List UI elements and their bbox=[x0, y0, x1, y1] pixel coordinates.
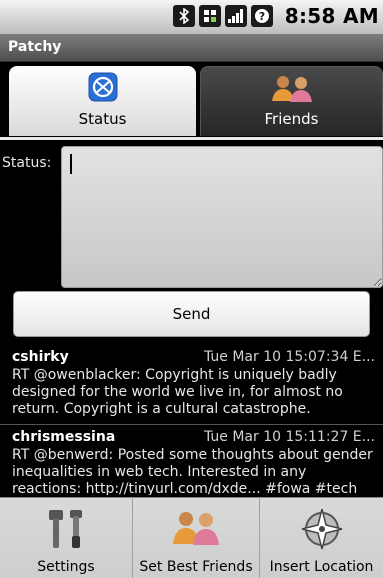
tab-underline bbox=[0, 137, 383, 140]
wrench-icon bbox=[43, 506, 89, 556]
insert-location-menu-item[interactable]: Insert Location bbox=[260, 498, 383, 578]
settings-menu-item[interactable]: Settings bbox=[0, 498, 133, 578]
tweet-user: cshirky bbox=[12, 349, 69, 365]
friends-people-icon bbox=[170, 506, 222, 550]
data-icon bbox=[199, 5, 221, 27]
status-label: Status: bbox=[2, 155, 52, 171]
tweet-date: Tue Mar 10 15:11:27 E... bbox=[203, 429, 375, 445]
app-title: Patchy bbox=[8, 39, 62, 55]
status-globe-icon bbox=[88, 72, 118, 106]
tab-status-label: Status bbox=[78, 110, 127, 128]
timeline-list[interactable]: cshirky Tue Mar 10 15:07:34 E... RT @owe… bbox=[0, 345, 383, 495]
list-item[interactable]: chrismessina Tue Mar 10 15:11:27 E... RT… bbox=[0, 425, 383, 495]
compass-icon bbox=[299, 506, 345, 556]
clock: 8:58 AM bbox=[284, 4, 379, 28]
send-button[interactable]: Send bbox=[13, 291, 370, 337]
sim-icon: ? bbox=[251, 5, 273, 27]
options-menu: Settings Set Best Friends Insert Locatio… bbox=[0, 497, 383, 578]
settings-label: Settings bbox=[37, 559, 95, 575]
tab-friends[interactable]: Friends bbox=[200, 66, 383, 136]
insert-location-label: Insert Location bbox=[269, 559, 374, 575]
tab-friends-label: Friends bbox=[264, 110, 319, 128]
tweet-text: RT @owenblacker: Copyright is uniquely b… bbox=[12, 367, 343, 417]
status-icons: ? bbox=[173, 5, 273, 27]
set-best-friends-menu-item[interactable]: Set Best Friends bbox=[133, 498, 260, 578]
status-input[interactable] bbox=[61, 146, 383, 288]
system-status-bar: ? 8:58 AM bbox=[0, 0, 383, 34]
tweet-date: Tue Mar 10 15:07:34 E... bbox=[203, 349, 375, 365]
text-cursor bbox=[70, 154, 72, 174]
title-bar: Patchy bbox=[0, 34, 383, 62]
signal-icon bbox=[225, 5, 247, 27]
bluetooth-icon bbox=[173, 5, 195, 27]
svg-text:?: ? bbox=[259, 10, 265, 23]
tab-bar: Status Friends bbox=[0, 62, 383, 138]
set-best-friends-label: Set Best Friends bbox=[139, 559, 253, 575]
tab-status[interactable]: Status bbox=[9, 66, 196, 136]
list-item[interactable]: cshirky Tue Mar 10 15:07:34 E... RT @owe… bbox=[0, 345, 383, 425]
friends-people-icon bbox=[269, 73, 315, 107]
tweet-user: chrismessina bbox=[12, 429, 116, 445]
tweet-text: RT @benwerd: Posted some thoughts about … bbox=[12, 447, 373, 495]
